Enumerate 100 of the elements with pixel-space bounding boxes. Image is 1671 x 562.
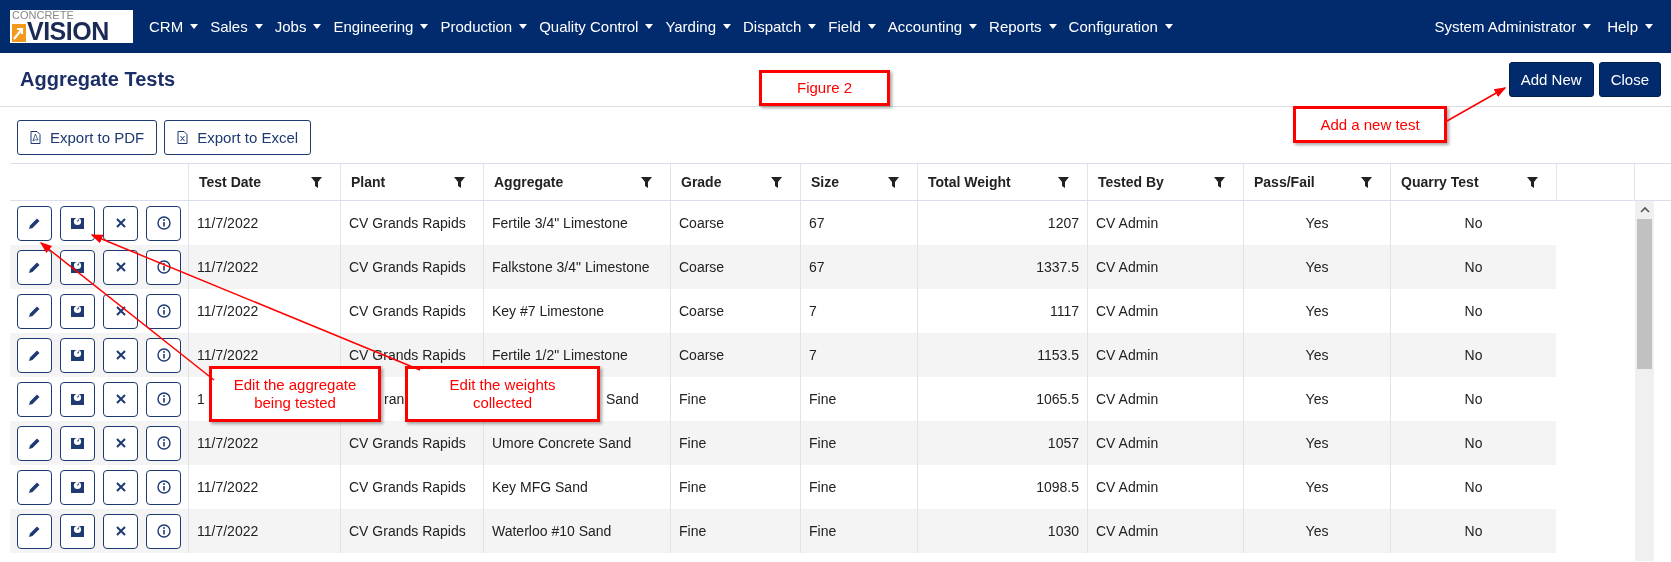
column-header[interactable]: Test Date <box>188 164 340 200</box>
caret-icon <box>645 24 654 29</box>
edit-button[interactable] <box>17 425 52 461</box>
close-icon <box>115 306 126 316</box>
close-icon <box>115 526 126 536</box>
info-icon <box>156 436 171 450</box>
edit-button[interactable] <box>17 337 52 373</box>
info-button[interactable] <box>146 337 181 373</box>
info-button[interactable] <box>146 425 181 461</box>
nav-menu[interactable]: Production <box>434 18 534 35</box>
nav-menu[interactable]: Sales <box>204 18 269 35</box>
delete-button[interactable] <box>103 205 138 241</box>
filter-icon[interactable] <box>641 176 652 188</box>
excel-file-icon <box>177 131 189 144</box>
pencil-icon <box>28 216 41 230</box>
scale-icon <box>70 392 85 406</box>
column-header[interactable]: Aggregate <box>483 164 670 200</box>
table-cell: 1057 <box>917 421 1087 465</box>
edit-button[interactable] <box>17 381 52 417</box>
filter-icon[interactable] <box>1527 176 1538 188</box>
table-cell: 11/7/2022 <box>188 509 340 553</box>
logo[interactable]: CONCRETE VISION <box>10 10 133 43</box>
scrollbar[interactable] <box>1635 201 1654 561</box>
close-icon <box>115 394 126 404</box>
edit-button[interactable] <box>17 205 52 241</box>
column-header[interactable]: Size <box>800 164 917 200</box>
weights-button[interactable] <box>60 425 95 461</box>
column-header[interactable]: Total Weight <box>917 164 1087 200</box>
delete-button[interactable] <box>103 513 138 549</box>
close-button[interactable]: Close <box>1598 62 1661 97</box>
caret-icon <box>420 24 429 29</box>
nav-menu[interactable]: Jobs <box>268 18 328 35</box>
filter-icon[interactable] <box>1361 176 1372 188</box>
delete-button[interactable] <box>103 293 138 329</box>
export-button[interactable]: Export to Excel <box>164 120 312 155</box>
column-header[interactable]: Grade <box>670 164 800 200</box>
pencil-icon <box>28 524 41 538</box>
column-header[interactable]: Tested By <box>1087 164 1243 200</box>
callout-box: Edit the weights collected <box>405 366 600 422</box>
nav-menu[interactable]: Reports <box>983 18 1063 35</box>
scale-icon <box>70 480 85 494</box>
nav-menu[interactable]: Quality Control <box>533 18 660 35</box>
caret-icon <box>867 24 876 29</box>
info-button[interactable] <box>146 205 181 241</box>
caret-icon <box>1164 24 1173 29</box>
table-cell: CV Grands Rapids <box>340 509 483 553</box>
info-button[interactable] <box>146 249 181 285</box>
filter-icon[interactable] <box>1058 176 1069 188</box>
nav-menu[interactable]: Configuration <box>1062 18 1179 35</box>
weights-button[interactable] <box>60 513 95 549</box>
info-button[interactable] <box>146 469 181 505</box>
nav-menu[interactable]: Accounting <box>881 18 984 35</box>
nav-menu[interactable]: Field <box>822 18 882 35</box>
weights-button[interactable] <box>60 337 95 373</box>
filter-icon[interactable] <box>771 176 782 188</box>
weights-button[interactable] <box>60 469 95 505</box>
info-button[interactable] <box>146 513 181 549</box>
logo-text: VISION <box>27 21 109 42</box>
table-cell: Coarse <box>670 245 800 289</box>
logo-text: CONCRETE <box>12 10 75 21</box>
table-cell: CV Admin <box>1087 421 1243 465</box>
edit-button[interactable] <box>17 249 52 285</box>
weights-button[interactable] <box>60 249 95 285</box>
edit-button[interactable] <box>17 513 52 549</box>
close-icon <box>115 482 126 492</box>
edit-button[interactable] <box>17 469 52 505</box>
export-button[interactable]: Export to PDF <box>17 120 158 155</box>
scale-icon <box>70 524 85 538</box>
delete-button[interactable] <box>103 381 138 417</box>
nav-menu[interactable]: Engineering <box>327 18 435 35</box>
info-button[interactable] <box>146 381 181 417</box>
caret-icon <box>808 24 817 29</box>
add-new-button[interactable]: Add New <box>1508 62 1594 97</box>
delete-button[interactable] <box>103 469 138 505</box>
edit-button[interactable] <box>17 293 52 329</box>
delete-button[interactable] <box>103 249 138 285</box>
caret-icon <box>1583 24 1592 29</box>
column-header[interactable]: Quarry Test <box>1390 164 1556 200</box>
nav-menu[interactable]: CRM <box>143 18 205 35</box>
nav-menu[interactable]: Help <box>1599 18 1661 35</box>
filter-icon[interactable] <box>454 176 465 188</box>
caret-icon <box>723 24 731 29</box>
info-button[interactable] <box>146 293 181 329</box>
filter-icon[interactable] <box>311 176 322 188</box>
nav-menu[interactable]: Dispatch <box>737 18 823 35</box>
scroll-up-icon[interactable] <box>1639 206 1650 213</box>
filter-icon[interactable] <box>888 176 899 188</box>
delete-button[interactable] <box>103 337 138 373</box>
weights-button[interactable] <box>60 293 95 329</box>
weights-button[interactable] <box>60 205 95 241</box>
column-header[interactable]: Pass/Fail <box>1243 164 1390 200</box>
nav-menu[interactable]: System Administrator <box>1426 18 1600 35</box>
weights-button[interactable] <box>60 381 95 417</box>
delete-button[interactable] <box>103 425 138 461</box>
info-icon <box>156 348 171 362</box>
pencil-icon <box>28 348 41 362</box>
filter-icon[interactable] <box>1214 176 1225 188</box>
nav-menu[interactable]: Yarding <box>659 18 737 35</box>
column-header[interactable]: Plant <box>340 164 483 200</box>
scale-icon <box>70 216 85 230</box>
